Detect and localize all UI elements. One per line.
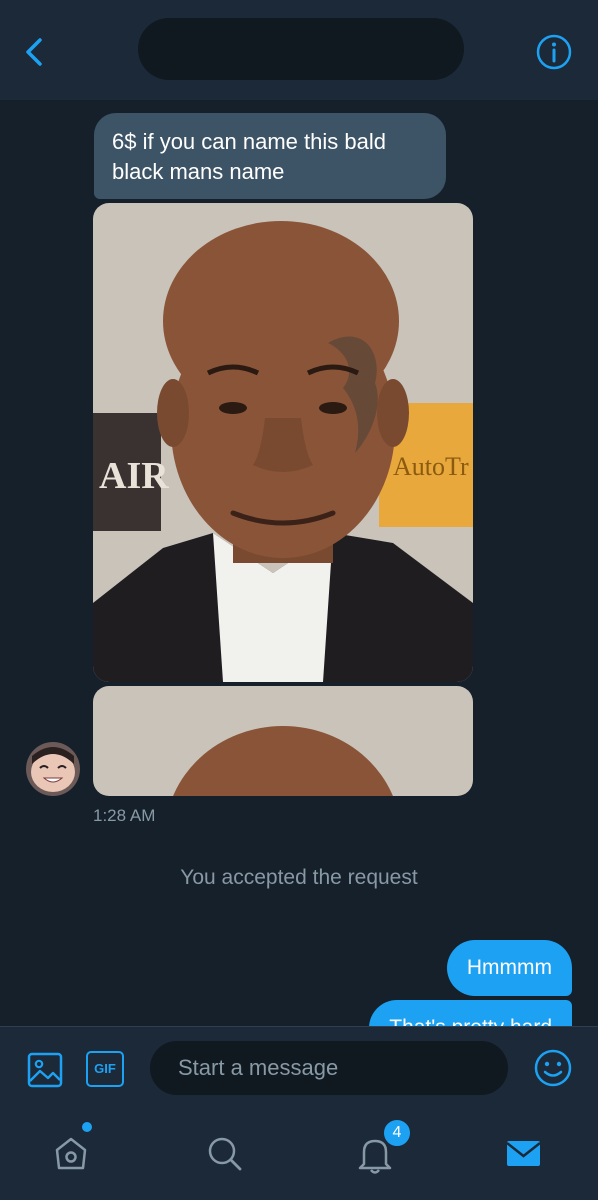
- outgoing-message-bubble[interactable]: Hmmmm: [446, 940, 572, 996]
- sender-avatar[interactable]: [26, 742, 80, 796]
- add-photo-button[interactable]: [26, 1051, 64, 1089]
- back-button[interactable]: [16, 32, 52, 72]
- message-timestamp: 1:28 AM: [93, 806, 156, 825]
- avatar-image: [26, 742, 80, 796]
- photo-sign-left: AIR: [99, 455, 169, 497]
- chevron-left-icon: [26, 38, 42, 66]
- search-icon: [208, 1137, 242, 1171]
- conversation-title-redacted[interactable]: [138, 18, 464, 80]
- tab-home[interactable]: [46, 1128, 96, 1178]
- info-icon: [536, 34, 572, 70]
- emoji-button[interactable]: [532, 1047, 574, 1089]
- emoji-icon: [534, 1049, 572, 1087]
- info-button[interactable]: [534, 32, 574, 72]
- tab-messages[interactable]: [498, 1128, 548, 1178]
- home-icon: [55, 1137, 87, 1170]
- request-accepted-notice: You accepted the request: [180, 866, 418, 889]
- image-icon: [27, 1052, 63, 1088]
- conversation-header: [0, 0, 598, 100]
- message-photo-second[interactable]: [93, 686, 473, 796]
- incoming-message-bubble[interactable]: 6$ if you can name this bald black mans …: [94, 113, 446, 199]
- message-input[interactable]: [150, 1041, 508, 1095]
- mail-icon: [506, 1141, 541, 1166]
- message-composer: GIF: [0, 1026, 598, 1115]
- tab-search[interactable]: [200, 1128, 250, 1178]
- bottom-tab-bar: 4: [0, 1114, 598, 1200]
- message-photo[interactable]: AIR AutoTr: [93, 203, 473, 682]
- home-unread-dot: [82, 1122, 92, 1132]
- notification-count-badge: 4: [382, 1118, 412, 1148]
- gif-button[interactable]: GIF: [86, 1051, 124, 1087]
- portrait-image: AIR AutoTr: [93, 203, 473, 682]
- portrait-image-top: [93, 686, 473, 796]
- photo-sign-right: AutoTr: [393, 452, 469, 481]
